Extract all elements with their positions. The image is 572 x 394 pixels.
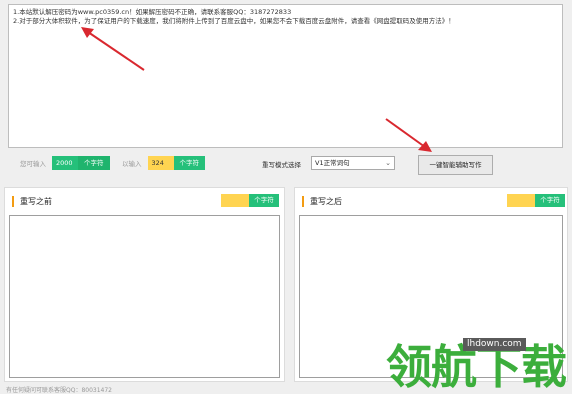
accent-bar: [12, 196, 14, 207]
footer-contact: 有任何疑问可联系客服QQ：80031472: [6, 387, 112, 394]
notice-line-1: 1.本站默认解压密码为www.pc0359.cn！如果解压密码不正确，请联系客服…: [13, 8, 292, 16]
before-text-area[interactable]: [9, 215, 280, 378]
watermark-url: lhdown.com: [463, 338, 526, 351]
source-text-area[interactable]: 1.本站默认解压密码为www.pc0359.cn！如果解压密码不正确，请联系客服…: [8, 4, 563, 148]
entered-unit: 个字符: [173, 156, 205, 170]
can-input-value: 2000: [52, 156, 78, 170]
panel-after-unit: 个字符: [535, 194, 565, 207]
rewrite-mode-select[interactable]: V1正常词句 ⌄: [311, 156, 395, 170]
panel-before-rewrite: 重写之前 个字符: [4, 187, 285, 382]
smart-rewrite-button[interactable]: 一键智能辅助写作: [418, 155, 493, 175]
notice-line-2: 2.对于部分大体积软件，为了保证用户的下载速度，我们将附件上传到了百度云盘中，如…: [13, 17, 455, 25]
panel-before-count: [221, 194, 249, 207]
panel-before-unit: 个字符: [249, 194, 279, 207]
can-input-unit: 个字符: [78, 156, 110, 170]
site-watermark: 领航下载 lhdown.com: [386, 336, 567, 392]
can-input-label: 您可输入: [20, 160, 46, 168]
panel-before-title: 重写之前: [20, 197, 52, 206]
mode-select-label: 重写模式选择: [262, 161, 301, 169]
chevron-down-icon: ⌄: [385, 159, 391, 167]
entered-counter: 以输入 324 个字符: [122, 156, 205, 170]
entered-label: 以输入: [122, 160, 142, 168]
panel-after-title: 重写之后: [310, 197, 342, 206]
entered-value: 324: [147, 156, 174, 170]
accent-bar: [302, 196, 304, 207]
panel-after-header: 重写之后 个字符: [295, 188, 567, 212]
panel-after-count: [507, 194, 535, 207]
panel-before-header: 重写之前 个字符: [5, 188, 284, 212]
input-capacity-counter: 您可输入 2000 个字符: [20, 156, 110, 170]
mode-selected-value: V1正常词句: [315, 159, 350, 167]
